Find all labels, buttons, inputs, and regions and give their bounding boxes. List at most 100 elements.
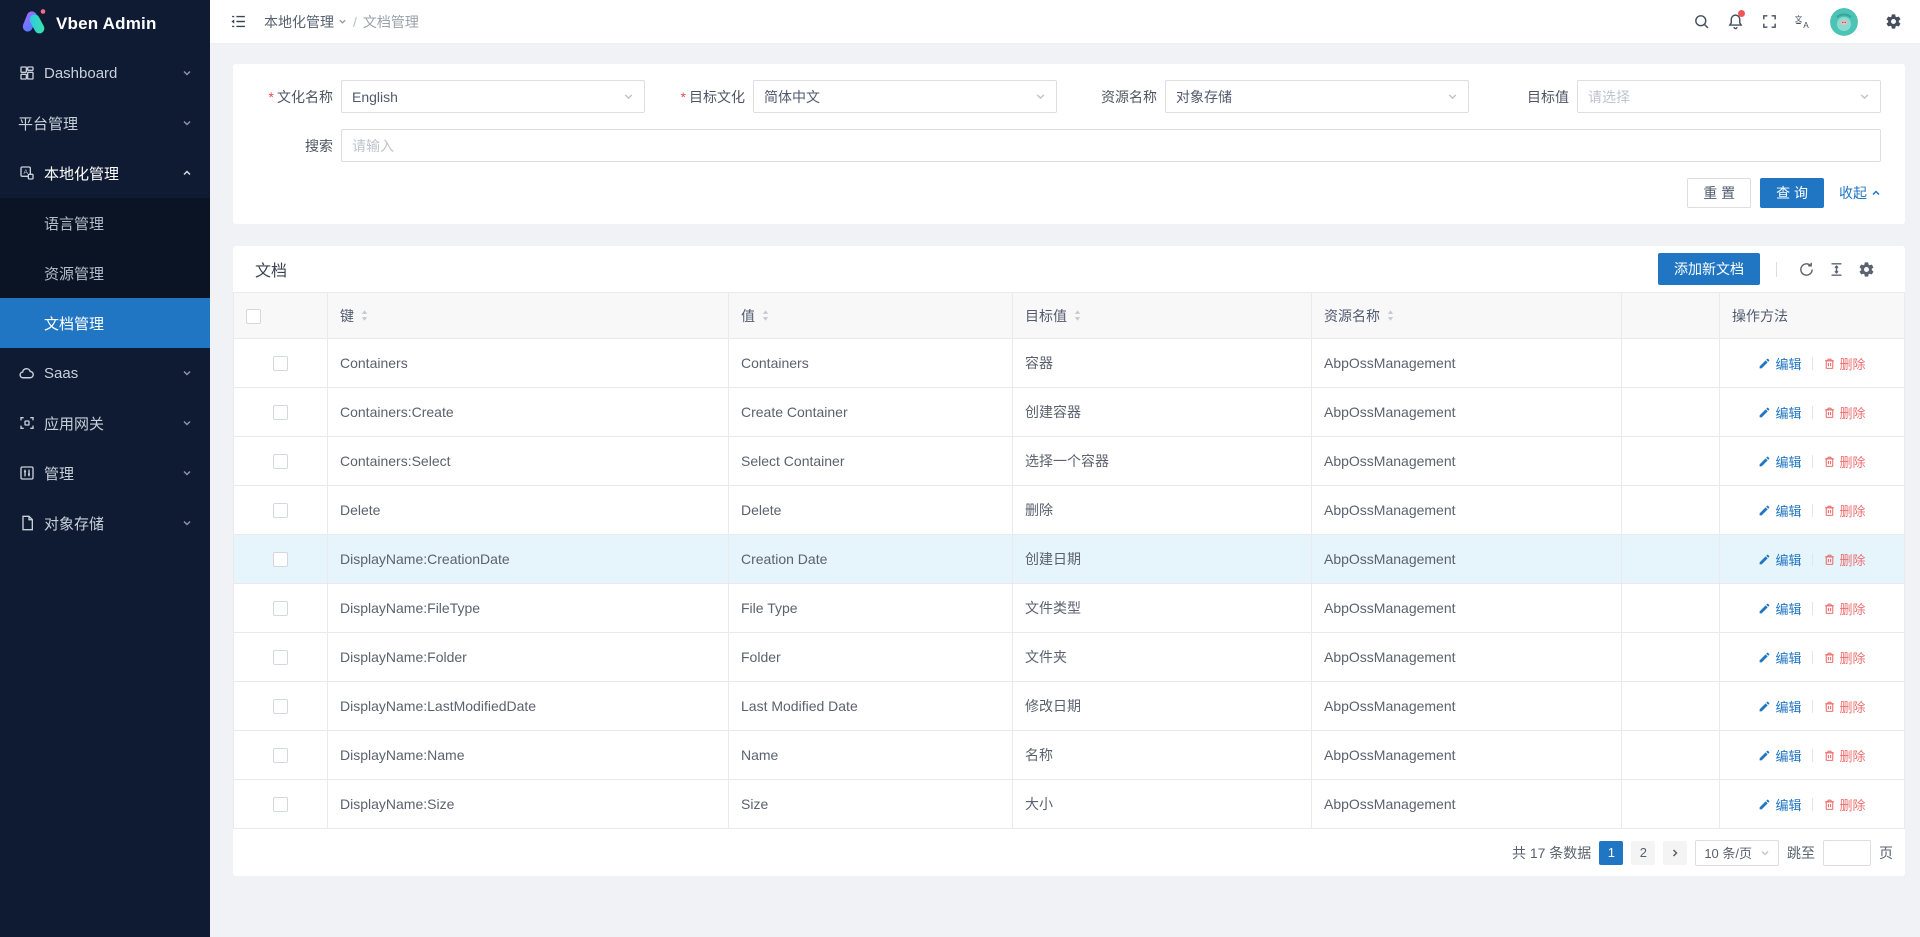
column-header-target[interactable]: 目标值	[1013, 293, 1312, 339]
breadcrumb-current: 文档管理	[363, 12, 419, 32]
row-height-icon[interactable]	[1821, 254, 1851, 284]
row-checkbox[interactable]	[273, 454, 288, 469]
sidebar-item-language-mgmt[interactable]: 语言管理	[0, 198, 210, 248]
cell-resource: AbpOssManagement	[1312, 584, 1622, 633]
cell-key: DisplayName:Folder	[328, 633, 729, 682]
search-icon[interactable]	[1684, 0, 1718, 44]
action-divider	[1812, 504, 1813, 517]
sort-icon[interactable]	[1386, 309, 1395, 322]
search-input[interactable]	[341, 129, 1881, 162]
breadcrumb-parent[interactable]: 本地化管理	[264, 12, 347, 32]
delete-button[interactable]: 删除	[1823, 403, 1866, 422]
delete-button[interactable]: 删除	[1823, 599, 1866, 618]
trash-icon	[1823, 700, 1836, 713]
edit-button[interactable]: 编辑	[1758, 795, 1801, 814]
chevron-down-icon	[623, 89, 634, 105]
sidebar-item-resource-mgmt[interactable]: 资源管理	[0, 248, 210, 298]
refresh-icon[interactable]	[1791, 254, 1821, 284]
edit-action-label: 编辑	[1775, 452, 1801, 471]
notification-bell-icon[interactable]	[1718, 0, 1752, 44]
edit-button[interactable]: 编辑	[1758, 648, 1801, 667]
pencil-icon	[1758, 455, 1771, 468]
row-checkbox[interactable]	[273, 503, 288, 518]
edit-action-label: 编辑	[1775, 746, 1801, 765]
column-settings-gear-icon[interactable]	[1851, 254, 1881, 284]
resource-select[interactable]: 对象存储	[1165, 80, 1469, 113]
reset-button[interactable]: 重 置	[1687, 178, 1751, 208]
delete-button[interactable]: 删除	[1823, 452, 1866, 471]
jump-page-input[interactable]	[1823, 840, 1871, 866]
settings-gear-icon[interactable]	[1876, 0, 1910, 44]
delete-button[interactable]: 删除	[1823, 648, 1866, 667]
sidebar-item-management[interactable]: 管理	[0, 448, 210, 498]
edit-button[interactable]: 编辑	[1758, 697, 1801, 716]
edit-button[interactable]: 编辑	[1758, 501, 1801, 520]
menu-fold-icon[interactable]	[222, 6, 254, 38]
page-button-1[interactable]: 1	[1599, 841, 1623, 865]
select-all-checkbox[interactable]	[246, 309, 261, 324]
table-row: Containers Containers 容器 AbpOssManagemen…	[234, 339, 1905, 388]
sidebar-item-platform[interactable]: 平台管理	[0, 98, 210, 148]
row-checkbox[interactable]	[273, 356, 288, 371]
column-header-resource[interactable]: 资源名称	[1312, 293, 1622, 339]
translate-icon[interactable]: 文A	[1786, 0, 1820, 44]
row-checkbox[interactable]	[273, 650, 288, 665]
query-button[interactable]: 查 询	[1760, 178, 1824, 208]
edit-button[interactable]: 编辑	[1758, 354, 1801, 373]
target-value-select[interactable]: 请选择	[1577, 80, 1881, 113]
next-page-button[interactable]	[1663, 841, 1687, 865]
edit-button[interactable]: 编辑	[1758, 599, 1801, 618]
row-checkbox[interactable]	[273, 748, 288, 763]
sidebar-item-app-gateway[interactable]: 应用网关	[0, 398, 210, 448]
row-checkbox[interactable]	[273, 797, 288, 812]
sidebar: Vben Admin Dashboard 平台管理 A 本地化管理	[0, 0, 210, 937]
delete-button[interactable]: 删除	[1823, 354, 1866, 373]
row-checkbox[interactable]	[273, 405, 288, 420]
cell-target: 文件夹	[1013, 633, 1312, 682]
logo[interactable]: Vben Admin	[0, 0, 210, 48]
column-header-value[interactable]: 值	[729, 293, 1013, 339]
logo-icon	[18, 7, 48, 42]
svg-text:A: A	[23, 169, 28, 176]
sidebar-item-document-mgmt[interactable]: 文档管理	[0, 298, 210, 348]
delete-button[interactable]: 删除	[1823, 501, 1866, 520]
collapse-filter-link[interactable]: 收起	[1839, 183, 1881, 203]
delete-button[interactable]: 删除	[1823, 746, 1866, 765]
sort-icon[interactable]	[360, 309, 369, 322]
edit-button[interactable]: 编辑	[1758, 550, 1801, 569]
chevron-down-icon	[182, 418, 192, 428]
delete-button[interactable]: 删除	[1823, 697, 1866, 716]
fullscreen-icon[interactable]	[1752, 0, 1786, 44]
toolbar-divider	[1776, 262, 1777, 277]
cell-key: Delete	[328, 486, 729, 535]
row-checkbox[interactable]	[273, 601, 288, 616]
add-document-button[interactable]: 添加新文档	[1658, 253, 1760, 285]
sort-icon[interactable]	[1073, 309, 1082, 322]
sidebar-item-localization[interactable]: A 本地化管理	[0, 148, 210, 198]
edit-action-label: 编辑	[1775, 599, 1801, 618]
delete-button[interactable]: 删除	[1823, 550, 1866, 569]
edit-button[interactable]: 编辑	[1758, 452, 1801, 471]
edit-button[interactable]: 编辑	[1758, 403, 1801, 422]
edit-button[interactable]: 编辑	[1758, 746, 1801, 765]
cell-empty	[1622, 682, 1720, 731]
target-culture-select[interactable]: 简体中文	[753, 80, 1057, 113]
user-avatar[interactable]	[1830, 8, 1858, 36]
app-title: Vben Admin	[56, 14, 157, 34]
culture-select[interactable]: English	[341, 80, 645, 113]
delete-button[interactable]: 删除	[1823, 795, 1866, 814]
column-header-key[interactable]: 键	[328, 293, 729, 339]
sidebar-item-dashboard[interactable]: Dashboard	[0, 48, 210, 98]
cell-key: DisplayName:FileType	[328, 584, 729, 633]
sidebar-item-object-storage[interactable]: 对象存储	[0, 498, 210, 548]
sort-icon[interactable]	[761, 309, 770, 322]
cell-resource: AbpOssManagement	[1312, 388, 1622, 437]
delete-action-label: 删除	[1840, 354, 1866, 373]
row-checkbox[interactable]	[273, 699, 288, 714]
cell-empty	[1622, 535, 1720, 584]
page-button-2[interactable]: 2	[1631, 841, 1655, 865]
row-checkbox[interactable]	[273, 552, 288, 567]
page-size-select[interactable]: 10 条/页	[1695, 840, 1779, 866]
sidebar-item-saas[interactable]: Saas	[0, 348, 210, 398]
chevron-down-icon	[1760, 848, 1770, 858]
